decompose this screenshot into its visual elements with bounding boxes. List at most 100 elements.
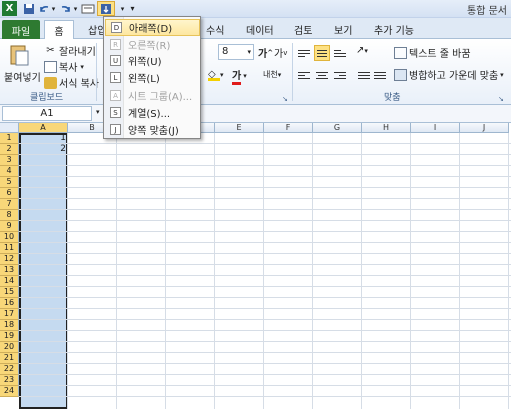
font-size-select[interactable]: 8 ▾ [218,44,254,60]
column-header-e[interactable]: E [215,123,264,133]
align-left-button[interactable] [296,67,312,83]
decrease-indent-button[interactable] [356,67,372,83]
chevron-down-icon: ▾ [277,70,282,79]
excel-logo-icon[interactable]: X [2,1,17,16]
grid-row-line [19,209,511,210]
column-header-g[interactable]: G [313,123,362,133]
grid-column-line [361,133,362,409]
row-header-7[interactable]: 7 [0,199,19,210]
dialog-launcher-icon[interactable]: ↘ [282,95,288,103]
ribbon-tabs: 파일 홈 삽입 수식 데이터 검토 보기 추가 기능 [0,18,511,39]
tab-home[interactable]: 홈 [44,20,74,39]
form-icon[interactable] [80,1,95,16]
row-header-8[interactable]: 8 [0,210,19,221]
tab-formulas[interactable]: 수식 [198,20,232,39]
row-header-13[interactable]: 13 [0,265,19,276]
column-header-h[interactable]: H [362,123,411,133]
wrap-text-icon [394,46,407,59]
column-header-i[interactable]: I [411,123,460,133]
merge-center-button[interactable]: 병합하고 가운데 맞춤 ▾ [394,67,504,82]
save-icon[interactable] [21,1,36,16]
grid-row-line [19,330,511,331]
row-header-2[interactable]: 2 [0,144,19,155]
tab-addins[interactable]: 추가 기능 [366,20,422,39]
row-header-11[interactable]: 11 [0,243,19,254]
grid-column-line [312,133,313,409]
grid-row-line [19,308,511,309]
paste-icon[interactable] [8,43,30,67]
grid-column-line [116,133,117,409]
row-header-17[interactable]: 17 [0,309,19,320]
cut-button[interactable]: ✂ 잘라내기 [44,43,96,59]
fill-menu-item-j[interactable]: J 양쪽 맞춤(J) [105,121,200,138]
row-header-24[interactable]: 24 [0,386,19,397]
column-header-f[interactable]: F [264,123,313,133]
select-all-corner[interactable] [0,123,19,133]
row-header-3[interactable]: 3 [0,155,19,166]
row-header-16[interactable]: 16 [0,298,19,309]
access-key-icon: A [110,90,121,101]
row-header-9[interactable]: 9 [0,221,19,232]
row-header-14[interactable]: 14 [0,276,19,287]
worksheet-grid[interactable]: ABCDEFGHIJ123456789101112131415161718192… [0,123,511,409]
chevron-down-icon: ▾ [80,62,84,71]
grid-column-line [508,133,509,409]
tab-view[interactable]: 보기 [326,20,360,39]
fill-menu-item-l[interactable]: L 왼쪽(L) [105,69,200,86]
chevron-down-icon[interactable]: ▾ [96,108,100,116]
grid-row-line [19,352,511,353]
cut-label: 잘라내기 [59,47,96,58]
align-top-button[interactable] [296,45,312,61]
name-box[interactable]: A1 [2,106,92,121]
tab-data[interactable]: 데이터 [238,20,282,39]
grid-column-line [67,133,68,409]
fill-menu-item-d[interactable]: D 아래쪽(D) [105,19,200,36]
tab-file[interactable]: 파일 [2,20,40,39]
fill-menu-item-s[interactable]: S 계열(S)... [105,104,200,121]
column-header-j[interactable]: J [460,123,509,133]
fill-icon[interactable] [97,1,115,16]
row-header-12[interactable]: 12 [0,254,19,265]
align-right-button[interactable] [332,67,348,83]
format-painter-button[interactable]: 서식 복사 [44,75,99,90]
paste-button[interactable]: 붙여넣기 [4,69,41,84]
tab-review[interactable]: 검토 [286,20,320,39]
grid-row-line [19,275,511,276]
orientation-button[interactable]: ↗ ▾ [356,45,368,56]
fill-color-button[interactable]: ◇ ▾ [208,69,224,81]
row-header-21[interactable]: 21 [0,353,19,364]
customize-icon[interactable]: ▾ [125,1,140,16]
row-header-19[interactable]: 19 [0,331,19,342]
row-header-18[interactable]: 18 [0,320,19,331]
column-header-a[interactable]: A [19,123,68,133]
fill-menu-item-label: 왼쪽(L) [128,74,160,85]
row-header-15[interactable]: 15 [0,287,19,298]
row-header-5[interactable]: 5 [0,177,19,188]
row-header-10[interactable]: 10 [0,232,19,243]
cell-a1[interactable]: 1 [19,133,66,144]
wrap-text-button[interactable]: 텍스트 줄 바꿈 [394,45,471,60]
row-header-4[interactable]: 4 [0,166,19,177]
font-color-button[interactable]: 가 ▾ [232,67,247,85]
row-header-22[interactable]: 22 [0,364,19,375]
row-header-20[interactable]: 20 [0,342,19,353]
merge-center-label: 병합하고 가운데 맞춤 [409,71,499,82]
row-header-6[interactable]: 6 [0,188,19,199]
copy-button[interactable]: 복사 ▾ [44,59,84,74]
align-center-button[interactable] [314,67,330,83]
grid-column-line [214,133,215,409]
cell-a2[interactable]: 2 [19,144,66,155]
fill-menu-item-u[interactable]: U 위쪽(U) [105,52,200,69]
grid-row-line [19,253,511,254]
increase-indent-button[interactable] [372,67,388,83]
decrease-font-button[interactable]: 가v [274,45,287,61]
fill-dropdown-menu: D 아래쪽(D) R 오른쪽(R) U 위쪽(U) L 왼쪽(L) A 시트 그룹(A)... S 계… [103,16,201,139]
row-header-1[interactable]: 1 [0,133,19,144]
align-bottom-button[interactable] [332,45,348,61]
align-middle-button[interactable] [314,45,330,61]
copy-icon [44,60,57,73]
dialog-launcher-icon[interactable]: ↘ [498,95,504,103]
phonetic-button[interactable]: 내천 ▾ [263,69,281,80]
row-header-23[interactable]: 23 [0,375,19,386]
increase-font-button[interactable]: 가 ^ [258,45,273,61]
